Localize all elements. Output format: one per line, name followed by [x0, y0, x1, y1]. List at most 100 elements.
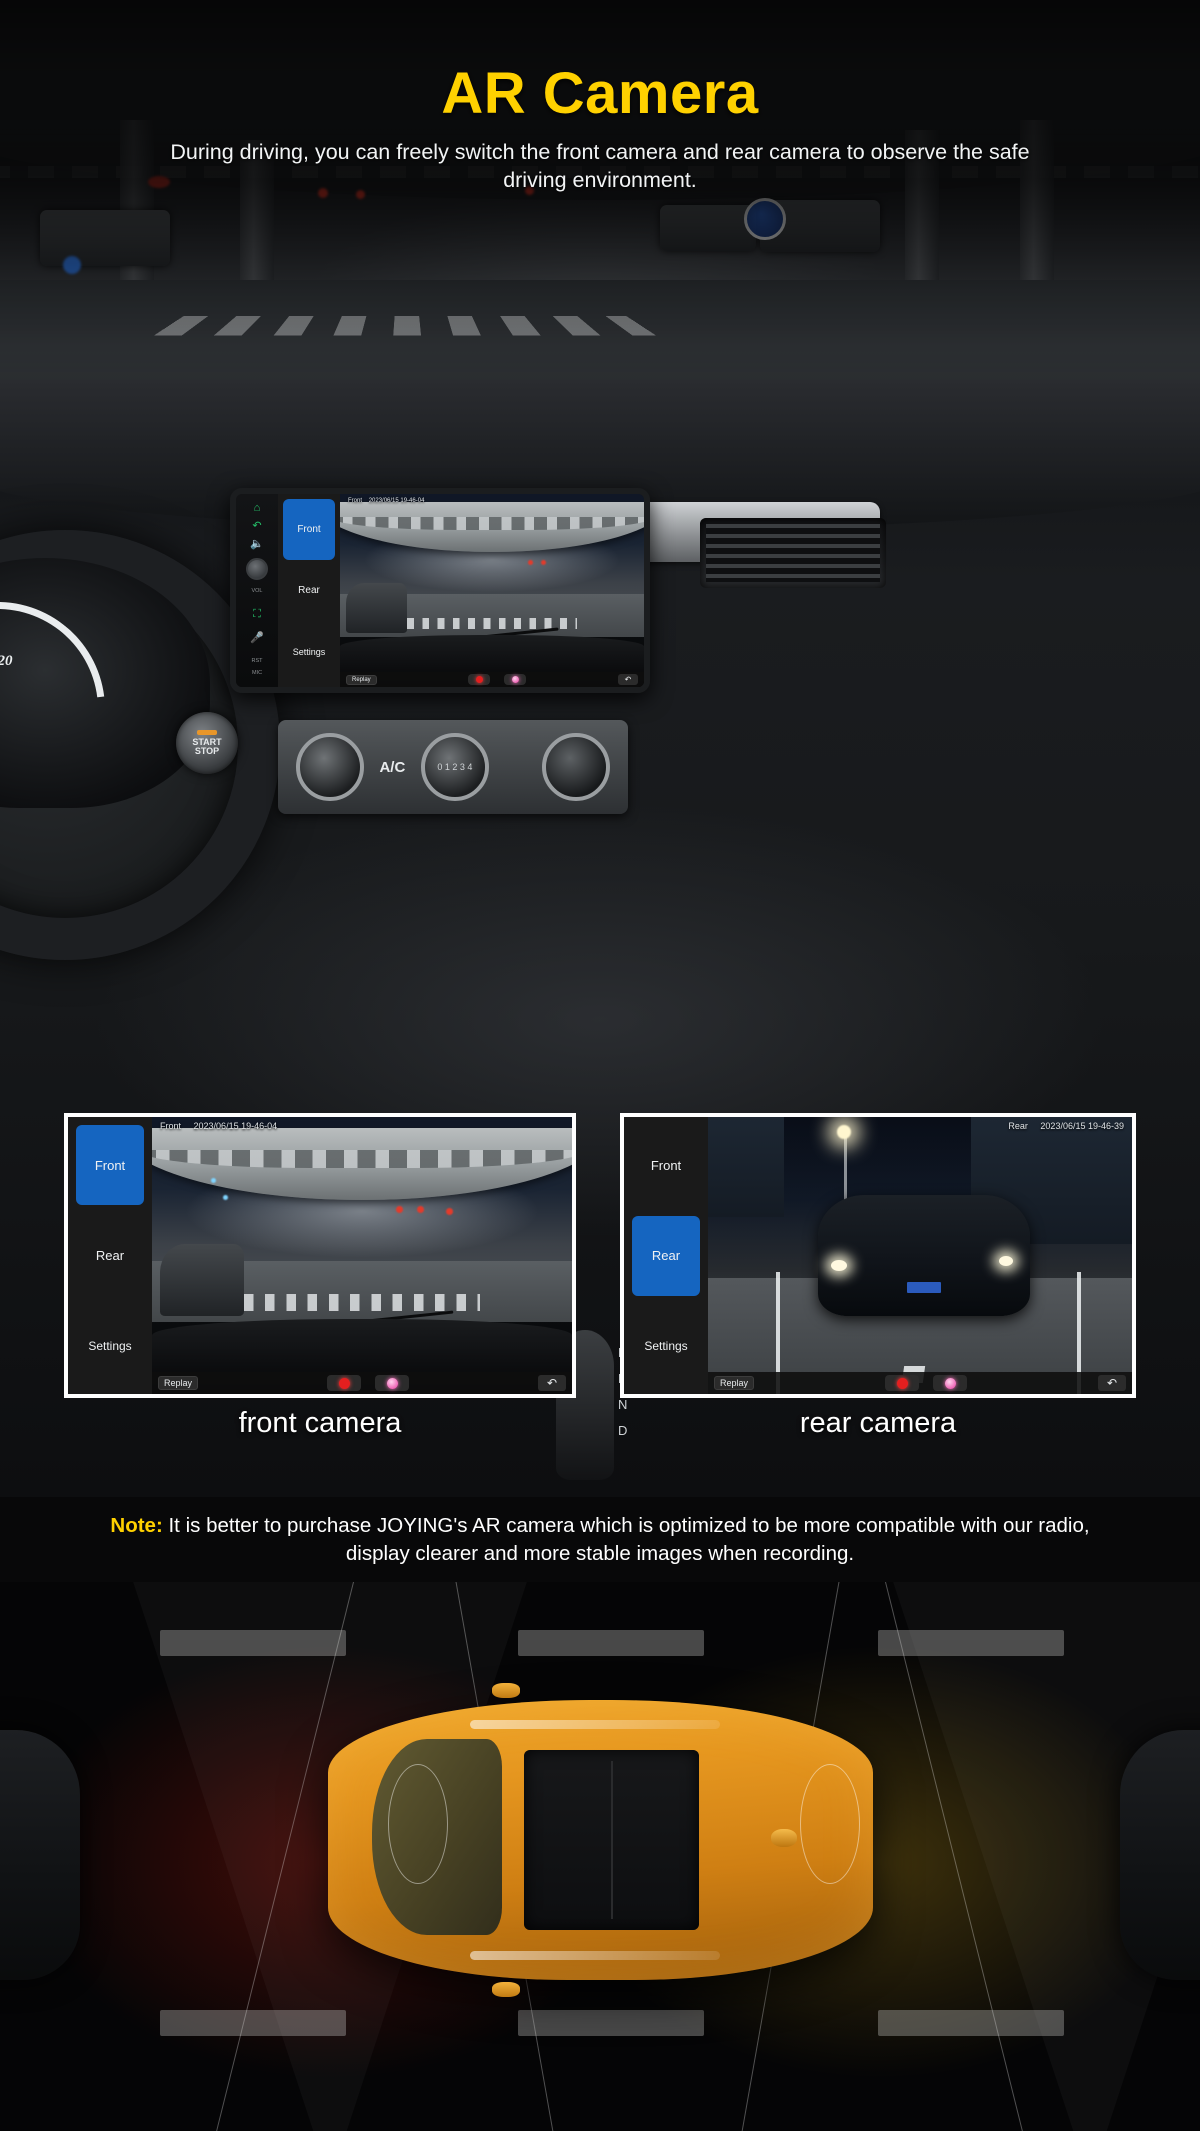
note-banner: Note: It is better to purchase JOYING's …	[0, 1497, 1200, 1582]
ar-stamp-time: 2023/06/15 19-46-04	[368, 498, 425, 504]
ar-tab-front[interactable]: Front	[76, 1125, 144, 1205]
front-camera-image	[340, 494, 644, 687]
ar-tab-front[interactable]: Front	[632, 1125, 700, 1205]
note-body: It is better to purchase JOYING's AR cam…	[162, 1513, 1090, 1565]
side-mirror-bottom	[491, 1981, 520, 1997]
parking-line	[518, 1630, 704, 1656]
temperature-knob[interactable]	[542, 733, 611, 801]
city-light	[210, 1177, 216, 1183]
license-plate	[907, 1282, 942, 1294]
rear-camera-image	[708, 1117, 1132, 1394]
record-dot-icon	[896, 1377, 908, 1389]
ar-sidebar-front[interactable]: Front Rear Settings	[68, 1117, 152, 1394]
ar-stamp-front: Front 2023/06/15 19-46-04	[160, 1121, 277, 1131]
ar-stamp-source: Front	[160, 1121, 182, 1131]
head-unit-display[interactable]: Front Rear Settings Front 2023/06/15 19-…	[278, 494, 644, 687]
sunroof-panel	[524, 1750, 699, 1930]
snapshot-button[interactable]	[933, 1375, 967, 1391]
record-button[interactable]	[327, 1375, 361, 1391]
back-icon[interactable]: ↶	[252, 520, 261, 532]
neighbor-car-left	[0, 1730, 80, 1980]
camera-comparison-row: Front Rear Settings Front 2023/06/15 19-…	[0, 1097, 1200, 1497]
street-lamp-light	[837, 1125, 852, 1140]
ar-camera-product-page: AR Camera During driving, you can freely…	[0, 0, 1200, 2131]
ar-tab-rear[interactable]: Rear	[632, 1215, 700, 1296]
back-arrow-icon[interactable]: ↶	[618, 674, 638, 685]
rear-sensor-wave	[800, 1764, 860, 1884]
record-button[interactable]	[468, 674, 491, 685]
replay-button[interactable]: Replay	[714, 1376, 755, 1390]
side-mirror-top	[491, 1683, 520, 1699]
ac-button-label[interactable]: A/C	[379, 759, 405, 776]
engine-indicator-bar	[197, 729, 217, 735]
ar-sidebar-rear[interactable]: Front Rear Settings	[624, 1117, 708, 1394]
ar-camera-app-rear[interactable]: Front Rear Settings Rear 2023/06/15 19-4…	[624, 1117, 1132, 1394]
snapshot-dot-icon	[944, 1377, 956, 1389]
overpass-in-view	[152, 1128, 572, 1201]
ar-bottom-bar[interactable]: Replay ↶	[708, 1372, 1132, 1394]
ar-tab-rear[interactable]: Rear	[283, 560, 335, 621]
crosswalk-in-view	[244, 1294, 480, 1311]
ar-bottom-bar[interactable]: Replay ↶	[340, 672, 644, 687]
ar-stamp-time: 2023/06/15 19-46-04	[193, 1121, 278, 1131]
volume-knob[interactable]	[246, 558, 268, 580]
parking-line	[160, 2010, 346, 2036]
ar-camera-app-headunit[interactable]: Front Rear Settings Front 2023/06/15 19-…	[278, 494, 644, 687]
snapshot-button[interactable]	[504, 674, 527, 685]
mute-icon[interactable]: 🔈	[250, 538, 264, 550]
snapshot-button[interactable]	[375, 1375, 409, 1391]
snapshot-dot-icon	[386, 1377, 398, 1389]
front-sensor-wave	[388, 1764, 448, 1884]
ar-tab-settings[interactable]: Settings	[632, 1306, 700, 1386]
mic-icon[interactable]: 🎤	[250, 632, 264, 644]
record-button[interactable]	[885, 1375, 919, 1391]
note-label: Note:	[110, 1513, 163, 1537]
engine-start-stop-button[interactable]: START STOP	[176, 712, 238, 774]
page-subtitle: During driving, you can freely switch th…	[170, 140, 1030, 192]
adjacent-vehicle-in-view	[346, 582, 407, 633]
rear-camera-screenshot-panel[interactable]: Front Rear Settings Rear 2023/06/15 19-4…	[620, 1113, 1136, 1398]
ar-bottom-bar[interactable]: Replay ↶	[152, 1372, 572, 1394]
following-vehicle	[818, 1194, 1031, 1317]
front-camera-live-view: Front 2023/06/15 19-46-04 Replay ↶	[152, 1117, 572, 1394]
parking-line	[518, 2010, 704, 2036]
back-arrow-icon[interactable]: ↶	[1098, 1375, 1126, 1391]
engine-stop-label: STOP	[194, 746, 220, 756]
ar-camera-app-front[interactable]: Front Rear Settings Front 2023/06/15 19-…	[68, 1117, 572, 1394]
ar-tab-settings[interactable]: Settings	[76, 1306, 144, 1386]
replay-button[interactable]: Replay	[158, 1376, 199, 1390]
car-head-unit[interactable]: ⌂ ↶ 🔈 VOL ⛶ 🎤 RST MIC Front Rear Setting…	[230, 488, 650, 693]
air-vent-right	[700, 518, 886, 588]
fan-speed-knob[interactable]: 0 1 2 3 4	[420, 733, 489, 801]
ar-stamp-front: Front 2023/06/15 19-46-04	[348, 498, 424, 504]
front-camera-screenshot-panel[interactable]: Front Rear Settings Front 2023/06/15 19-…	[64, 1113, 576, 1398]
traffic-light-in-view	[528, 559, 534, 565]
gauge-tick-120: 120	[0, 653, 13, 669]
adjacent-vehicle-in-view	[160, 1244, 245, 1317]
ar-tab-settings[interactable]: Settings	[283, 621, 335, 682]
head-unit-button-strip[interactable]: ⌂ ↶ 🔈 VOL ⛶ 🎤 RST MIC	[236, 494, 278, 687]
ar-tab-front[interactable]: Front	[283, 499, 335, 560]
parking-line	[160, 1630, 346, 1656]
home-icon[interactable]: ⌂	[254, 502, 261, 514]
ar-stamp-rear: Rear 2023/06/15 19-46-39	[1008, 1121, 1124, 1131]
volume-label: VOL	[251, 588, 263, 594]
neighbor-car-right	[1120, 1730, 1200, 1980]
airflow-mode-knob[interactable]	[295, 733, 364, 801]
climate-control-panel[interactable]: A/C 0 1 2 3 4	[278, 720, 628, 814]
traffic-light-in-view	[395, 1205, 403, 1213]
ar-stamp-time: 2023/06/15 19-46-39	[1040, 1121, 1124, 1131]
traffic-light-in-view	[446, 1208, 453, 1216]
parking-line	[878, 1630, 1064, 1656]
headlight-right-icon	[999, 1255, 1014, 1266]
front-camera-caption: front camera	[238, 1407, 402, 1439]
camera-coverage-diagram	[0, 1582, 1200, 2131]
defrost-buttons[interactable]	[505, 747, 527, 787]
camera-icon[interactable]: ⛶	[253, 608, 261, 620]
back-arrow-icon[interactable]: ↶	[538, 1375, 566, 1391]
ar-tab-rear[interactable]: Rear	[76, 1216, 144, 1296]
replay-button[interactable]: Replay	[346, 674, 377, 685]
ar-sidebar[interactable]: Front Rear Settings	[278, 494, 340, 687]
front-camera-image	[152, 1117, 572, 1394]
snapshot-dot-icon	[511, 676, 519, 683]
